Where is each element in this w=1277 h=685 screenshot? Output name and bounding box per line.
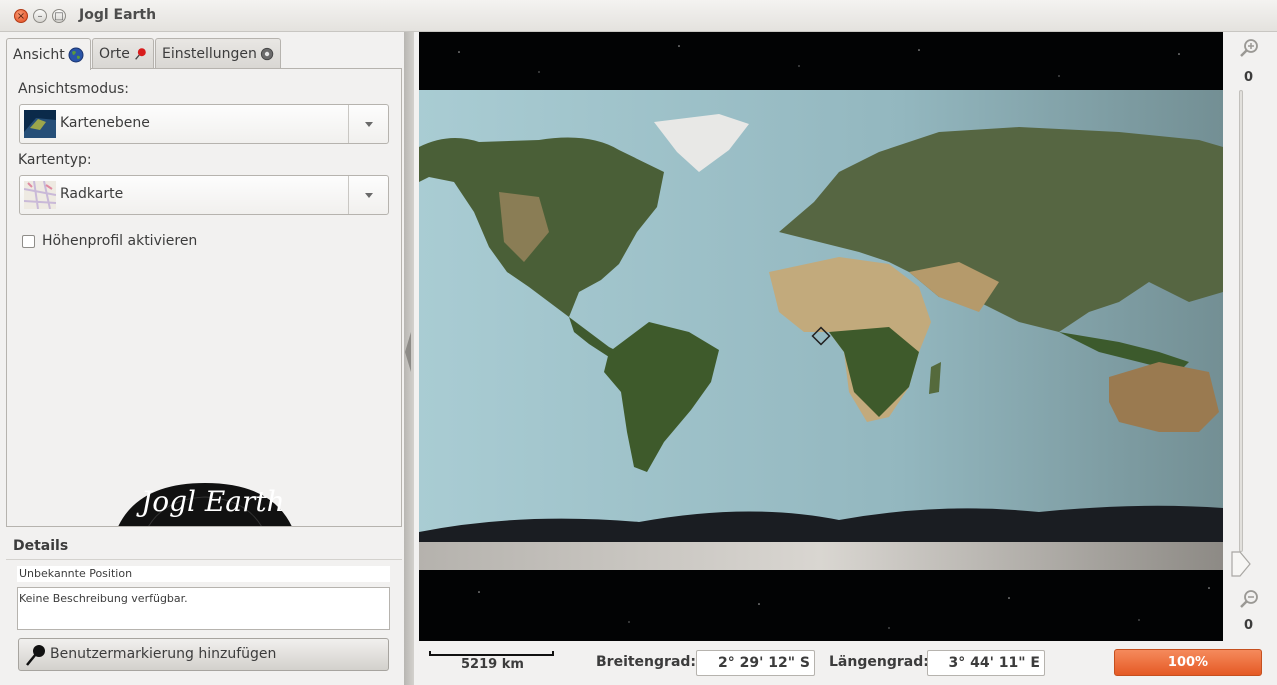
tab-panel-ansicht: Ansichtsmodus: Kartenebene Kartentyp: Ra… bbox=[6, 68, 402, 527]
world-map[interactable] bbox=[419, 32, 1223, 641]
details-panel: Unbekannte Position Keine Beschreibung v… bbox=[6, 559, 402, 685]
zoom-slider-track[interactable] bbox=[1239, 90, 1243, 552]
minimize-window-button[interactable]: – bbox=[33, 9, 47, 23]
chevron-down-icon bbox=[365, 193, 373, 198]
description-field[interactable]: Keine Beschreibung verfügbar. bbox=[17, 587, 390, 630]
combo-separator bbox=[348, 176, 349, 214]
map-type-combobox[interactable]: Radkarte bbox=[19, 175, 389, 215]
gear-icon bbox=[260, 47, 274, 60]
splitter-grip-icon bbox=[405, 332, 411, 372]
maximize-window-button[interactable]: □ bbox=[52, 9, 66, 23]
left-panel: Ansicht Orte Einstellungen Ansichtsmodus… bbox=[0, 32, 404, 685]
position-field: Unbekannte Position bbox=[17, 566, 390, 582]
map-type-label: Kartentyp: bbox=[18, 152, 92, 168]
zoom-min-value: 0 bbox=[1244, 618, 1254, 633]
zoom-slider-handle[interactable] bbox=[1230, 550, 1252, 578]
add-user-marker-label: Benutzermarkierung hinzufügen bbox=[50, 646, 277, 662]
scale-label: 5219 km bbox=[461, 657, 524, 672]
zoom-in-icon[interactable] bbox=[1238, 37, 1260, 59]
view-mode-label: Ansichtsmodus: bbox=[18, 81, 129, 97]
tab-ansicht[interactable]: Ansicht bbox=[6, 38, 91, 70]
zoom-out-icon[interactable] bbox=[1238, 588, 1260, 610]
zoom-panel: 0 0 bbox=[1223, 32, 1277, 641]
map-plane-icon bbox=[24, 110, 56, 138]
panel-splitter[interactable] bbox=[404, 32, 414, 685]
longitude-field[interactable]: 3° 44' 11" E bbox=[927, 650, 1045, 676]
window-title: Jogl Earth bbox=[79, 7, 157, 23]
tab-einstellungen[interactable]: Einstellungen bbox=[155, 38, 281, 68]
close-window-button[interactable]: × bbox=[14, 9, 28, 23]
status-bar: 5219 km Breitengrad: 2° 29' 12" S Längen… bbox=[414, 641, 1277, 685]
view-mode-combobox[interactable]: Kartenebene bbox=[19, 104, 389, 144]
longitude-label: Längengrad: bbox=[829, 654, 929, 670]
title-bar: × – □ Jogl Earth bbox=[0, 0, 1277, 32]
street-map-icon bbox=[24, 181, 56, 209]
elevation-checkbox[interactable] bbox=[22, 235, 35, 248]
zoom-max-value: 0 bbox=[1244, 70, 1254, 85]
tab-einstellungen-label: Einstellungen bbox=[162, 45, 257, 62]
combo-separator bbox=[348, 105, 349, 143]
latitude-label: Breitengrad: bbox=[596, 654, 697, 670]
globe-icon bbox=[68, 47, 84, 62]
tab-ansicht-label: Ansicht bbox=[13, 46, 65, 63]
map-ground-strip bbox=[419, 542, 1223, 570]
tab-orte-label: Orte bbox=[99, 45, 130, 62]
scale-bar bbox=[429, 651, 554, 656]
logo-text: Jogl Earth bbox=[136, 485, 285, 518]
latitude-field[interactable]: 2° 29' 12" S bbox=[696, 650, 815, 676]
add-user-marker-button[interactable]: Benutzermarkierung hinzufügen bbox=[18, 638, 389, 671]
loading-progress-bar: 100% bbox=[1114, 649, 1262, 676]
view-mode-value: Kartenebene bbox=[60, 115, 150, 131]
jogl-earth-logo: Jogl Earth bbox=[118, 483, 292, 526]
australia bbox=[1109, 362, 1219, 432]
chevron-down-icon bbox=[365, 122, 373, 127]
map-view[interactable] bbox=[419, 32, 1223, 641]
elevation-checkbox-label[interactable]: Höhenprofil aktivieren bbox=[42, 233, 197, 249]
map-type-value: Radkarte bbox=[60, 186, 124, 202]
pin-icon bbox=[26, 645, 45, 666]
pin-icon bbox=[135, 47, 146, 60]
tab-orte[interactable]: Orte bbox=[92, 38, 154, 68]
details-heading: Details bbox=[13, 538, 69, 554]
